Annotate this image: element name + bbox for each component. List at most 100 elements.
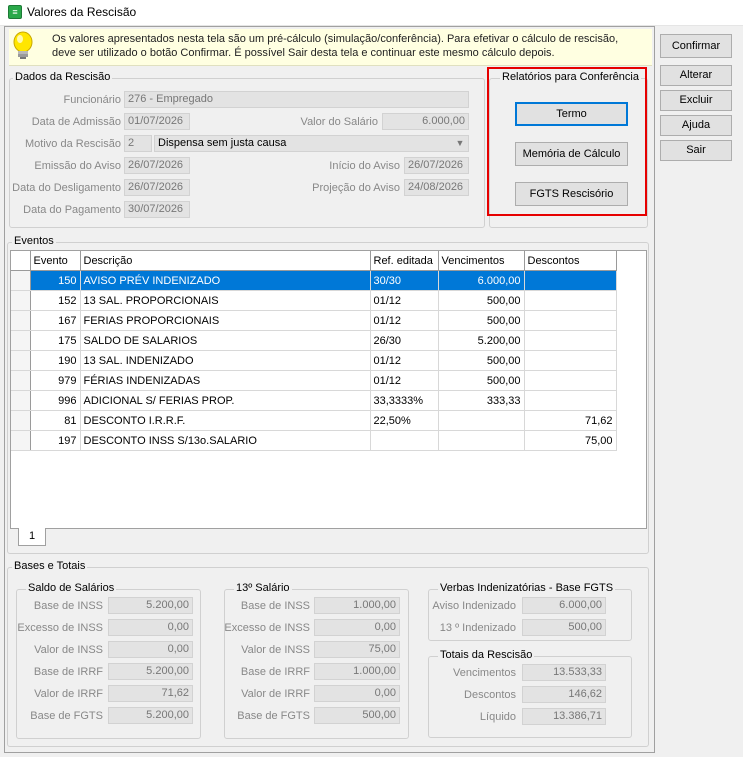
descricao-cell: FÉRIAS INDENIZADAS: [80, 370, 371, 391]
table-row[interactable]: 197 DESCONTO INSS S/13o.SALARIO 75,00: [11, 430, 617, 451]
totais-item-field[interactable]: 146,62: [522, 686, 606, 703]
saldo-item-field[interactable]: 71,62: [108, 685, 193, 702]
saldo-item-field[interactable]: 0,00: [108, 641, 193, 658]
saldo-item-field[interactable]: 5.200,00: [108, 663, 193, 680]
motivo-select[interactable]: Dispensa sem justa causa: [154, 135, 469, 152]
lightbulb-icon: [13, 31, 33, 59]
admissao-label: Data de Admissão: [31, 116, 121, 128]
vencimentos-cell: 500,00: [438, 350, 525, 371]
column-header-descontos[interactable]: Descontos: [524, 251, 617, 271]
window-title: Valores da Rescisão: [27, 5, 137, 19]
ref-cell: 22,50%: [370, 410, 439, 431]
totais-item-label: Líquido: [479, 711, 516, 723]
decimo-item-field[interactable]: 1.000,00: [314, 663, 400, 680]
evento-cell: 150: [30, 270, 81, 291]
decimo-item-field[interactable]: 0,00: [314, 685, 400, 702]
termo-button[interactable]: Termo: [515, 102, 628, 126]
motivo-select-value: Dispensa sem justa causa: [158, 137, 287, 149]
decimo-item-label: Base de INSS: [240, 600, 310, 612]
evento-cell: 996: [30, 390, 81, 411]
table-row[interactable]: 81 DESCONTO I.R.R.F. 22,50% 71,62: [11, 410, 617, 431]
decimo-item-field[interactable]: 75,00: [314, 641, 400, 658]
confirmar-button[interactable]: Confirmar: [660, 34, 732, 58]
fgts-rescisorio-button[interactable]: FGTS Rescisório: [515, 182, 628, 206]
ref-cell: 33,3333%: [370, 390, 439, 411]
salario-field[interactable]: 6.000,00: [382, 113, 469, 130]
funcionario-field[interactable]: 276 - Empregado: [124, 91, 469, 108]
row-indicator[interactable]: [11, 350, 31, 371]
descricao-cell: SALDO DE SALARIOS: [80, 330, 371, 351]
table-row[interactable]: 996 ADICIONAL S/ FERIAS PROP. 33,3333% 333,…: [11, 390, 617, 411]
row-indicator[interactable]: [11, 410, 31, 431]
descricao-cell: ADICIONAL S/ FERIAS PROP.: [80, 390, 371, 411]
table-row[interactable]: 167 FERIAS PROPORCIONAIS 01/12 500,00: [11, 310, 617, 331]
descricao-cell: DESCONTO INSS S/13o.SALARIO: [80, 430, 371, 451]
chevron-down-icon[interactable]: ▼: [453, 137, 467, 150]
inicio-field[interactable]: 26/07/2026: [404, 157, 469, 174]
desligamento-label: Data do Desligamento: [12, 182, 121, 194]
info-text: Os valores apresentados nesta tela são u…: [52, 33, 619, 59]
pagamento-field[interactable]: 30/07/2026: [124, 201, 190, 218]
column-header-ref[interactable]: Ref. editada: [370, 251, 439, 271]
admissao-field[interactable]: 01/07/2026: [124, 113, 190, 130]
ajuda-button[interactable]: Ajuda: [660, 115, 732, 136]
verbas-item-field[interactable]: 500,00: [522, 619, 606, 636]
tab-strip: 1: [10, 528, 645, 547]
row-indicator[interactable]: [11, 430, 31, 451]
projecao-field[interactable]: 24/08/2026: [404, 179, 469, 196]
tab-page-1[interactable]: 1: [18, 528, 46, 546]
desligamento-field[interactable]: 26/07/2026: [124, 179, 190, 196]
row-indicator[interactable]: [11, 370, 31, 391]
column-header-descricao[interactable]: Descrição: [80, 251, 371, 271]
table-row[interactable]: 152 13 SAL. PROPORCIONAIS 01/12 500,00: [11, 290, 617, 311]
vencimentos-cell: 5.200,00: [438, 330, 525, 351]
table-row[interactable]: 175 SALDO DE SALARIOS 26/30 5.200,00: [11, 330, 617, 351]
eventos-table[interactable]: Evento Descrição Ref. editada Vencimento…: [10, 250, 647, 529]
saldo-item-label: Base de INSS: [33, 600, 103, 612]
row-indicator[interactable]: [11, 290, 31, 311]
verbas-item-label: Aviso Indenizado: [432, 600, 516, 612]
row-indicator[interactable]: [11, 310, 31, 331]
verbas-item-field[interactable]: 6.000,00: [522, 597, 606, 614]
table-row[interactable]: 190 13 SAL. INDENIZADO 01/12 500,00: [11, 350, 617, 371]
saldo-item-field[interactable]: 0,00: [108, 619, 193, 636]
excluir-button[interactable]: Excluir: [660, 90, 732, 111]
pagamento-label: Data do Pagamento: [23, 204, 121, 216]
decimo-item-label: Valor de INSS: [241, 644, 310, 656]
evento-cell: 167: [30, 310, 81, 331]
alterar-button[interactable]: Alterar: [660, 65, 732, 86]
memoria-calculo-button[interactable]: Memória de Cálculo: [515, 142, 628, 166]
motivo-code-field[interactable]: 2: [124, 135, 152, 152]
decimo-item-field[interactable]: 500,00: [314, 707, 400, 724]
row-indicator[interactable]: [11, 390, 31, 411]
bases-totais-title: Bases e Totais: [12, 560, 88, 572]
row-indicator[interactable]: [11, 330, 31, 351]
descontos-cell: [524, 390, 617, 411]
table-row[interactable]: 979 FÉRIAS INDENIZADAS 01/12 500,00: [11, 370, 617, 391]
totais-item-field[interactable]: 13.386,71: [522, 708, 606, 725]
ref-cell: 01/12: [370, 290, 439, 311]
salario-label: Valor do Salário: [300, 116, 378, 128]
descontos-cell: [524, 350, 617, 371]
row-indicator[interactable]: [11, 270, 31, 291]
totais-item-field[interactable]: 13.533,33: [522, 664, 606, 681]
dados-rescisao-title: Dados da Rescisão: [13, 71, 113, 83]
saldo-item-field[interactable]: 5.200,00: [108, 597, 193, 614]
emissao-field[interactable]: 26/07/2026: [124, 157, 190, 174]
descricao-cell: 13 SAL. INDENIZADO: [80, 350, 371, 371]
table-row[interactable]: 150 AVISO PRÉV INDENIZADO 30/30 6.000,00: [11, 270, 617, 291]
ref-cell: 30/30: [370, 270, 439, 291]
ref-cell: 01/12: [370, 370, 439, 391]
decimo-item-field[interactable]: 1.000,00: [314, 597, 400, 614]
evento-cell: 190: [30, 350, 81, 371]
saldo-item-field[interactable]: 5.200,00: [108, 707, 193, 724]
totais-item-label: Descontos: [464, 689, 516, 701]
descricao-cell: DESCONTO I.R.R.F.: [80, 410, 371, 431]
column-header-evento[interactable]: Evento: [30, 251, 81, 271]
sair-button[interactable]: Sair: [660, 140, 732, 161]
evento-cell: 197: [30, 430, 81, 451]
decimo-item-label: Base de FGTS: [237, 710, 310, 722]
column-header-vencimentos[interactable]: Vencimentos: [438, 251, 525, 271]
table-header-row: Evento Descrição Ref. editada Vencimento…: [11, 251, 617, 271]
decimo-item-field[interactable]: 0,00: [314, 619, 400, 636]
